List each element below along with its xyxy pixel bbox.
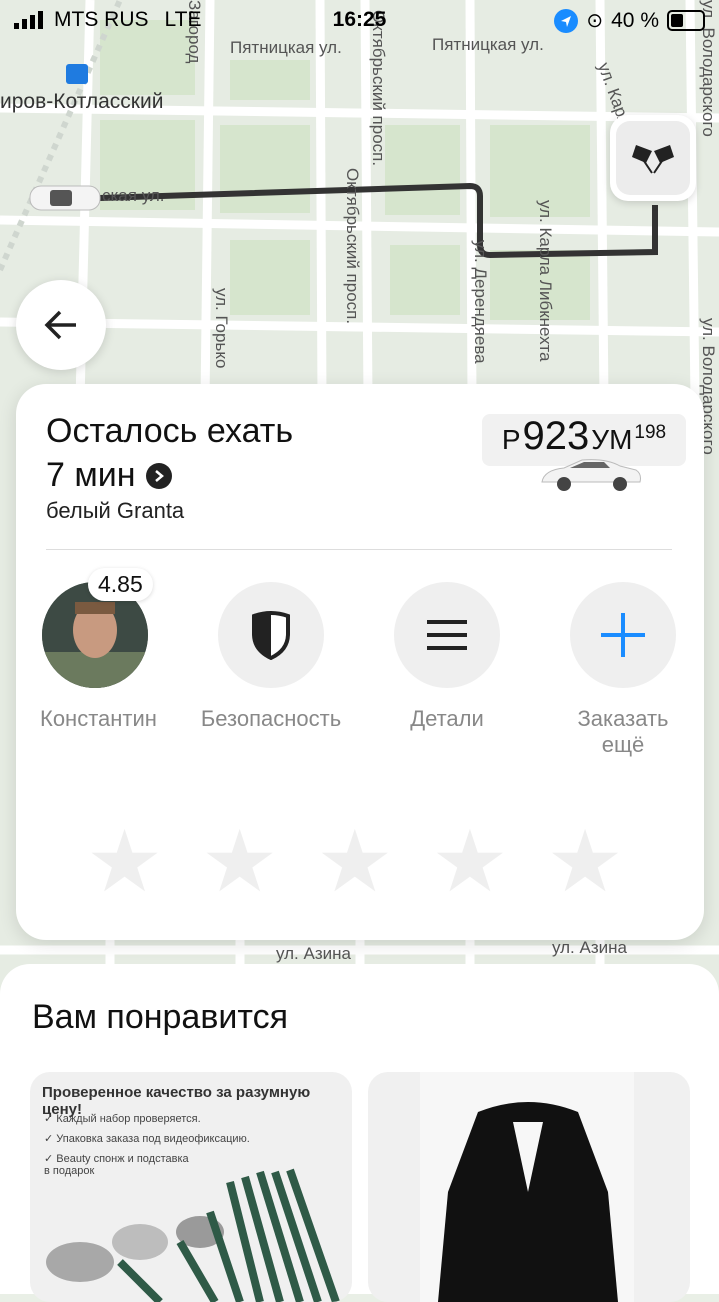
product-card[interactable] [368, 1072, 690, 1302]
security-button[interactable]: Безопасность [201, 582, 341, 732]
plate-region: 198 [634, 422, 667, 443]
car-image [541, 459, 641, 491]
driver-name: Константин [40, 706, 157, 731]
ride-info-card: Осталось ехать 7 мин белый Granta Р 923 … [16, 384, 704, 940]
star-icon[interactable]: ★ [86, 819, 163, 905]
driver-rating-badge: 4.85 [88, 568, 153, 601]
battery-label: 40 % [611, 8, 659, 32]
car-marker [29, 185, 101, 211]
recommendations-section: Вам понравится Проверенное качество за р… [0, 964, 719, 1302]
details-label: Детали [410, 706, 484, 731]
star-icon[interactable]: ★ [546, 819, 623, 905]
street-label: ирoв-Котласский [0, 90, 164, 113]
order-more-button[interactable]: Заказать ещё [568, 582, 678, 758]
security-label: Безопасность [200, 706, 342, 731]
shield-icon [252, 611, 290, 660]
product-image-brushes [46, 1168, 340, 1302]
eta-title: Осталось ехать [46, 412, 294, 450]
plate-number: 923 [522, 414, 590, 458]
eta-time-link[interactable]: 7 мин [46, 456, 172, 495]
street-label: ская ул. [102, 186, 165, 205]
plate-suffix: УМ [591, 424, 633, 455]
star-icon[interactable]: ★ [201, 819, 278, 905]
street-label: Октябрьский просп. [343, 168, 362, 325]
star-icon[interactable]: ★ [431, 819, 508, 905]
details-button[interactable]: Детали [392, 582, 502, 732]
plus-icon [601, 613, 645, 657]
divider [46, 549, 672, 550]
section-title: Вам понравится [32, 998, 288, 1036]
product-image-jacket [420, 1072, 634, 1302]
product-card[interactable]: Проверенное качество за разумную цену! ✓… [30, 1072, 352, 1302]
plate-prefix: Р [501, 424, 521, 455]
street-label: ул. Азина [552, 938, 627, 957]
street-label: ул. Карла Либкнехта [536, 200, 555, 362]
star-icon[interactable]: ★ [316, 819, 393, 905]
car-description: белый Granta [46, 498, 185, 523]
menu-icon [427, 620, 467, 650]
battery-icon [667, 10, 705, 31]
rotation-lock-icon: ⊙ [586, 10, 604, 32]
rating-stars: ★ ★ ★ ★ ★ [86, 819, 624, 905]
eta-value: 7 мин [46, 456, 136, 494]
location-arrow-icon [554, 8, 579, 33]
back-button[interactable] [16, 280, 106, 370]
chevron-right-icon [145, 462, 172, 489]
order-more-label: Заказать ещё [577, 706, 669, 757]
status-bar: MTS RUS LTE 16:25 ⊙ 40 % [0, 0, 719, 40]
street-label: ул. Дерендяева [471, 240, 490, 364]
street-label: Пятницкая ул. [230, 38, 342, 57]
driver-button[interactable]: Константин [40, 582, 157, 732]
street-label: ул. Горько [212, 288, 231, 369]
finish-point-button[interactable] [610, 115, 696, 201]
street-label: ул. Азина [276, 944, 351, 963]
back-arrow-icon [44, 310, 76, 340]
finish-flags-icon [632, 145, 674, 174]
